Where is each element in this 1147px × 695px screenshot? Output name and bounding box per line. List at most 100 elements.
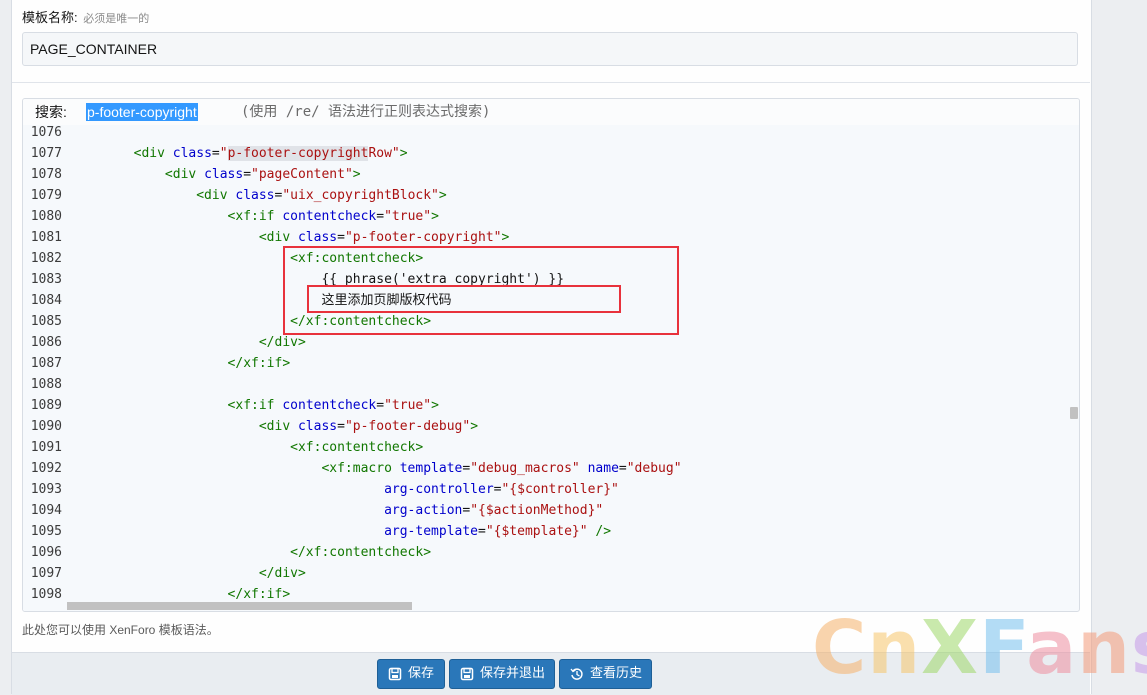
line-number: 1091 [30,440,62,455]
line-number: 1096 [30,545,62,560]
line-number: 1095 [30,524,62,539]
code-text: <xf:if contentcheck="true"> [71,206,439,227]
code-token: <div [258,419,298,434]
save-and-exit-button[interactable]: 保存并退出 [449,659,555,689]
code-token: arg-controller [384,482,494,497]
code-text: arg-action="{$actionMethod}" [71,500,603,521]
code-line[interactable]: 1076 [23,122,1069,143]
code-token: class [297,419,338,434]
line-number: 1079 [30,188,62,203]
code-token: name [587,461,619,476]
code-token: class [297,230,338,245]
save-icon [388,667,402,681]
code-line[interactable]: 1090 <div class="p-footer-debug"> [23,416,1069,437]
code-line[interactable]: 1086 </div> [23,332,1069,353]
code-token: "true" [384,209,432,224]
search-label: 搜索: [35,104,67,120]
code-token: class [204,167,244,182]
line-number: 1077 [30,146,62,161]
code-line[interactable]: 1080 <xf:if contentcheck="true"> [23,206,1069,227]
code-line[interactable]: 1091 <xf:contentcheck> [23,437,1069,458]
line-number: 1084 [30,293,62,308]
editor-search-bar: 搜索: p-footer-copyright (使用 /re/ 语法进行正则表达… [23,99,1079,125]
vertical-scrollbar[interactable] [1069,125,1079,601]
save-and-exit-button-label: 保存并退出 [480,666,546,681]
code-line[interactable]: 1079 <div class="uix_copyrightBlock"> [23,185,1069,206]
code-line[interactable]: 1092 <xf:macro template="debug_macros" n… [23,458,1069,479]
code-token: contentcheck [282,209,377,224]
code-token: > [501,230,510,245]
code-text: </xf:if> [71,353,291,374]
code-token: arg-action [384,503,463,518]
line-number: 1098 [30,587,62,602]
code-token: > [399,146,408,161]
save-button[interactable]: 保存 [377,659,445,689]
view-history-button[interactable]: 查看历史 [559,659,652,689]
line-number: 1082 [30,251,62,266]
code-text: <xf:macro template="debug_macros" name="… [71,458,682,479]
code-token: "uix_copyrightBlock" [282,188,439,203]
code-token: /> [595,524,612,539]
code-line[interactable]: 1088 [23,374,1069,395]
code-line[interactable]: 1095 arg-template="{$template}" /> [23,521,1069,542]
template-syntax-note: 此处您可以使用 XenForo 模板语法。 [22,623,219,637]
code-token: <div [164,167,205,182]
code-line[interactable]: 1081 <div class="p-footer-copyright"> [23,227,1069,248]
code-token: </xf:contentcheck> [290,545,432,560]
code-line[interactable]: 1077 <div class="p-footer-copyrightRow"> [23,143,1069,164]
search-query-input[interactable]: p-footer-copyright [86,103,198,121]
code-line[interactable]: 1097 </div> [23,563,1069,584]
code-line[interactable]: 1096 </xf:contentcheck> [23,542,1069,563]
code-text: arg-template="{$template}" /> [71,521,611,542]
code-token: contentcheck [282,398,377,413]
code-token: = [478,524,486,539]
code-text: <xf:contentcheck> [71,437,423,458]
code-editor[interactable]: 1076 1077 <div class="p-footer-copyrightR… [22,98,1080,612]
code-token: Row" [368,146,400,161]
template-name-hint: 必须是唯一的 [83,13,150,25]
vertical-scrollbar-thumb[interactable] [1070,407,1078,419]
code-line[interactable]: 1093 arg-controller="{$controller}" [23,479,1069,500]
code-token: <xf:macro [321,461,400,476]
code-token: = [462,503,471,518]
code-token: <xf:if [227,209,283,224]
line-number: 1094 [30,503,62,518]
code-token: > [431,398,439,413]
code-text: <xf:if contentcheck="true"> [71,395,439,416]
line-number: 1076 [30,125,62,140]
code-token: <div [133,146,173,161]
code-token: "{$controller}" [501,482,619,497]
code-text: <div class="uix_copyrightBlock"> [71,185,446,206]
template-name-input[interactable]: PAGE_CONTAINER [22,32,1078,66]
code-token: = [337,419,345,434]
code-token: = [376,209,385,224]
code-text: <div class="pageContent"> [71,164,361,185]
code-line[interactable]: 1087 </xf:if> [23,353,1069,374]
code-text: <div class="p-footer-copyrightRow"> [71,143,408,164]
line-number: 1093 [30,482,62,497]
code-token: </xf:if> [227,356,291,371]
template-name-label-row: 模板名称: 必须是唯一的 [22,7,149,26]
horizontal-scrollbar-thumb[interactable] [67,602,412,610]
code-line[interactable]: 1078 <div class="pageContent"> [23,164,1069,185]
code-line[interactable]: 1089 <xf:if contentcheck="true"> [23,395,1069,416]
section-divider [12,82,1090,83]
code-token: = [376,398,385,413]
code-token: > [352,167,361,182]
code-line[interactable]: 1094 arg-action="{$actionMethod}" [23,500,1069,521]
code-token: = [243,167,252,182]
code-token: class [235,188,275,203]
code-token: "debug" [626,461,682,476]
line-number: 1090 [30,419,62,434]
save-button-label: 保存 [408,666,435,681]
